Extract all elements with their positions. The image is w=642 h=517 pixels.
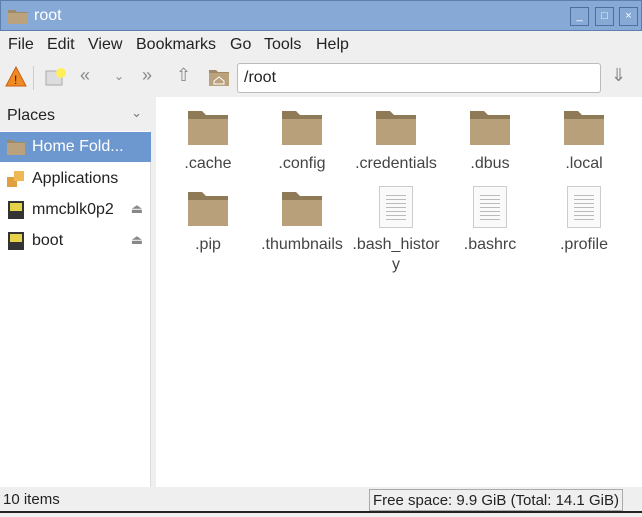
file-name: .profile — [559, 236, 609, 253]
file-item[interactable]: .bash_history — [349, 186, 443, 275]
file-name: .bashrc — [463, 236, 517, 253]
forward-icon[interactable]: » — [142, 65, 152, 86]
folder-icon — [8, 10, 28, 24]
applications-icon — [7, 171, 24, 187]
file-item[interactable]: .config — [255, 107, 349, 174]
file-name: .thumbnails — [261, 236, 343, 253]
file-view: .cache .config .credentials .dbus .local .pip… — [156, 97, 642, 487]
title-bar: root _ □ × — [0, 0, 642, 31]
file-name: .pip — [195, 236, 221, 253]
menu-help[interactable]: Help — [316, 36, 349, 54]
menu-bookmarks[interactable]: Bookmarks — [136, 36, 216, 54]
file-item[interactable]: .cache — [161, 107, 255, 174]
window-title: root — [34, 7, 62, 24]
file-name: .config — [278, 155, 326, 172]
chevron-down-icon[interactable]: ⌄ — [131, 105, 142, 121]
close-button[interactable]: × — [619, 7, 638, 26]
free-space: Free space: 9.9 GiB (Total: 14.1 GiB) — [369, 489, 623, 511]
maximize-button[interactable]: □ — [595, 7, 614, 26]
menu-edit[interactable]: Edit — [47, 36, 75, 54]
drive-icon — [8, 232, 24, 250]
sidebar-item-label: Home Fold... — [32, 138, 124, 155]
up-icon[interactable]: ⇧ — [176, 65, 191, 86]
file-icon — [567, 186, 601, 228]
file-name: .local — [565, 155, 603, 172]
file-item[interactable]: .pip — [161, 188, 255, 255]
eject-icon[interactable]: ⏏ — [131, 201, 143, 217]
sidebar-item-label: boot — [32, 232, 64, 249]
sidebar-item-applications[interactable]: Applications — [0, 164, 151, 194]
eject-icon[interactable]: ⏏ — [131, 232, 143, 248]
file-name: .bash_history — [352, 236, 440, 273]
folder-icon — [468, 107, 512, 147]
menu-bar: File Edit View Bookmarks Go Tools Help — [0, 31, 642, 59]
file-item[interactable]: .profile — [537, 186, 631, 255]
warning-icon[interactable]: ! — [5, 66, 27, 88]
file-name: .cache — [184, 155, 232, 172]
home-folder-icon — [7, 140, 25, 155]
history-chevron-icon[interactable]: ⌄ — [114, 69, 124, 83]
file-item[interactable]: .bashrc — [443, 186, 537, 255]
item-count: 10 items — [3, 491, 60, 508]
file-item[interactable]: .thumbnails — [255, 188, 349, 255]
sidebar-item-label: Applications — [32, 170, 119, 187]
file-name: .dbus — [470, 155, 510, 172]
new-tab-icon[interactable] — [45, 67, 69, 87]
menu-file[interactable]: File — [8, 36, 34, 54]
file-item[interactable]: .local — [537, 107, 631, 174]
menu-tools[interactable]: Tools — [264, 36, 301, 54]
folder-icon — [186, 107, 230, 147]
folder-icon — [186, 188, 230, 228]
file-item[interactable]: .credentials — [349, 107, 443, 174]
folder-icon — [280, 107, 324, 147]
folder-icon — [280, 188, 324, 228]
minimize-button[interactable]: _ — [570, 7, 589, 26]
menu-go[interactable]: Go — [230, 36, 251, 54]
file-item[interactable]: .dbus — [443, 107, 537, 174]
sidebar-item-mmcblk0p2[interactable]: mmcblk0p2 ⏏ — [0, 195, 151, 225]
folder-icon — [562, 107, 606, 147]
file-icon — [473, 186, 507, 228]
sidebar: Places ⌄ Home Fold... Applications mmcblk… — [0, 97, 151, 487]
svg-text:!: ! — [14, 73, 17, 87]
file-icon — [379, 186, 413, 228]
sidebar-item-home[interactable]: Home Fold... — [0, 132, 151, 162]
folder-icon — [374, 107, 418, 147]
drive-icon — [8, 201, 24, 219]
sidebar-item-boot[interactable]: boot ⏏ — [0, 226, 151, 256]
go-icon[interactable]: ⇓ — [611, 65, 626, 86]
home-icon[interactable] — [208, 67, 230, 87]
places-label: Places — [7, 107, 56, 124]
path-input[interactable]: /root — [237, 63, 601, 93]
sidebar-item-label: mmcblk0p2 — [32, 201, 114, 218]
menu-view[interactable]: View — [88, 36, 122, 54]
file-name: .credentials — [355, 155, 437, 172]
back-icon[interactable]: « — [80, 65, 90, 86]
places-header[interactable]: Places ⌄ — [0, 97, 151, 131]
